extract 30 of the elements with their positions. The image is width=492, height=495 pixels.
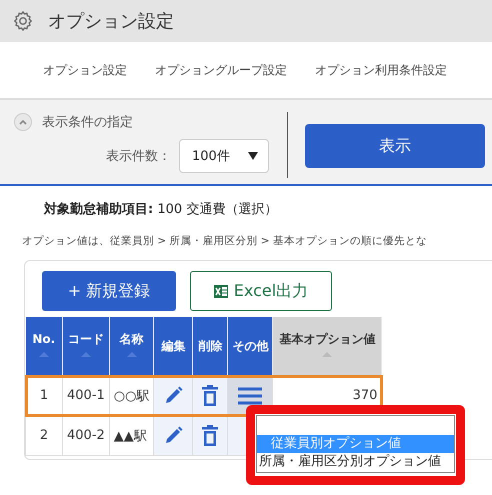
filter-title: 表示条件の指定 [42, 114, 133, 131]
column-header: 編集 [154, 317, 193, 376]
add-button[interactable]: + 新規登録 [42, 271, 176, 311]
column-header: その他 [228, 317, 273, 376]
collapse-icon[interactable] [14, 113, 32, 131]
column-header[interactable]: コード [62, 317, 110, 376]
column-header[interactable]: 基本オプション値 [272, 317, 382, 376]
count-select[interactable]: 100件 [179, 139, 269, 173]
count-label: 表示件数： [106, 148, 171, 165]
excel-button[interactable]: Excel出力 [190, 271, 332, 311]
settings-icon [12, 10, 34, 32]
priority-note: オプション値は、従業員別 > 所属・雇用区分別 > 基本オプションの順に優先とな [21, 234, 428, 249]
column-header[interactable]: No. [26, 317, 62, 376]
spreadsheet-icon [214, 284, 228, 298]
caret-icon [248, 152, 258, 160]
table-cell: 400-2 [62, 416, 110, 456]
menu-icon[interactable] [238, 386, 262, 404]
tab[interactable]: オプショングループ設定 [142, 56, 300, 84]
delete-icon[interactable] [201, 424, 220, 446]
table-cell: 2 [26, 416, 62, 456]
tab[interactable]: オプション利用条件設定 [302, 56, 460, 84]
column-header[interactable]: 名称 [109, 317, 154, 376]
target-item: 対象勤怠補助項目: 100 交通費（選択） [42, 200, 278, 219]
show-button[interactable]: 表示 [305, 124, 485, 168]
list-option[interactable]: 所属・雇用区分別オプション値 [257, 453, 454, 472]
page-title: オプション設定 [48, 10, 174, 33]
delete-icon[interactable] [201, 384, 220, 406]
list-option[interactable]: 従業員別オプション値 [257, 434, 454, 454]
column-header: 削除 [192, 317, 228, 376]
tab[interactable]: オプション設定 [30, 56, 140, 84]
